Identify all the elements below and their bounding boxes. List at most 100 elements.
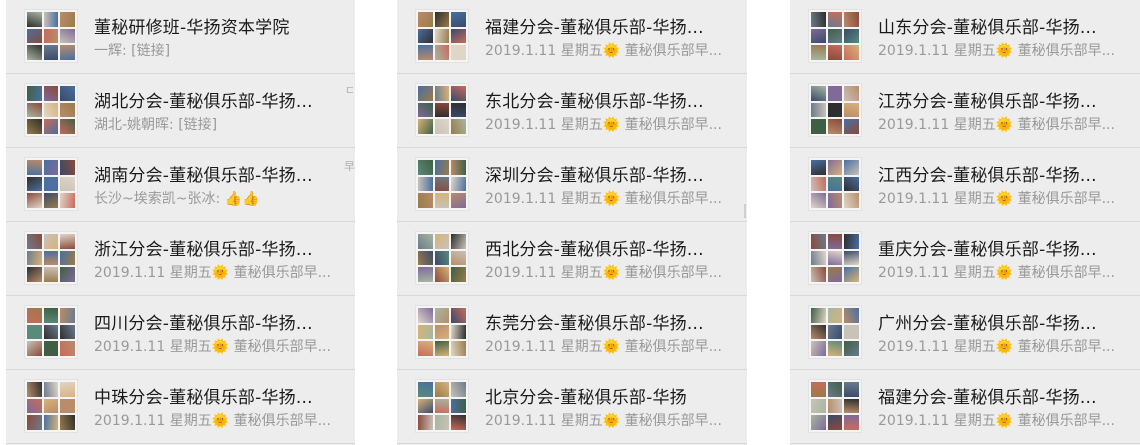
chat-title: 西北分会-董秘俱乐部-华扬...: [485, 240, 704, 260]
avatar-tile: [451, 119, 466, 134]
avatar-tile: [43, 160, 59, 175]
chat-list-column-1: 董秘研修班-华扬资本学院 一辉: [链接] 湖北分会-董秘俱乐部-华扬... 湖…: [6, 0, 355, 445]
chat-preview: 2019.1.11 星期五🌞 董秘俱乐部早...: [485, 413, 722, 429]
avatar-tile: [418, 86, 433, 101]
clipped-edge-glyph: ㄷ: [344, 84, 355, 97]
avatar-tile: [434, 102, 450, 118]
avatar-tile: [827, 308, 843, 323]
chat-row[interactable]: 湖南分会-董秘俱乐部-华扬... 长沙~埃索凯~张冰: 👍👍 早: [6, 148, 355, 222]
chat-row[interactable]: 深圳分会-董秘俱乐部-华扬... 2019.1.11 星期五🌞 董秘俱乐部早..…: [397, 148, 747, 222]
avatar-tile: [844, 193, 859, 208]
avatar-tile: [27, 341, 42, 356]
avatar-tile: [418, 45, 433, 60]
avatar-tile: [60, 28, 75, 44]
group-avatar: [24, 379, 78, 433]
avatar-tile: [844, 28, 859, 44]
chat-preview: 2019.1.11 星期五🌞 董秘俱乐部早...: [878, 265, 1115, 281]
avatar-tile: [60, 382, 75, 397]
avatar-tile: [434, 160, 450, 175]
avatar-tile: [451, 308, 466, 323]
avatar-tile: [811, 28, 826, 44]
avatar-tile: [418, 250, 433, 266]
avatar-tile: [844, 308, 859, 323]
chat-title: 深圳分会-董秘俱乐部-华扬...: [485, 166, 704, 186]
chat-row[interactable]: 北京分会-董秘俱乐部-华扬 2019.1.11 星期五🌞 董秘俱乐部早...: [397, 370, 747, 444]
avatar-tile: [827, 119, 843, 134]
avatar-tile: [27, 382, 42, 397]
divider-mark: [744, 204, 746, 218]
chat-row[interactable]: 西北分会-董秘俱乐部-华扬... 2019.1.11 星期五🌞 董秘俱乐部早..…: [397, 222, 747, 296]
group-avatar: [24, 231, 78, 285]
chat-preview: 2019.1.11 星期五🌞 董秘俱乐部早...: [485, 265, 722, 281]
avatar-tile: [418, 308, 433, 323]
avatar-tile: [43, 119, 59, 134]
chat-row[interactable]: 福建分会-董秘俱乐部-华扬... 2019.1.11 星期五🌞 董秘俱乐部早..…: [790, 370, 1140, 444]
avatar-tile: [434, 176, 450, 192]
group-avatar: [24, 9, 78, 63]
chat-row[interactable]: 重庆分会-董秘俱乐部-华扬... 2019.1.11 星期五🌞 董秘俱乐部早..…: [790, 222, 1140, 296]
avatar-tile: [434, 28, 450, 44]
avatar-tile: [811, 119, 826, 134]
chat-preview: 2019.1.11 星期五🌞 董秘俱乐部早...: [878, 413, 1115, 429]
chat-row[interactable]: 江苏分会-董秘俱乐部-华扬... 2019.1.11 星期五🌞 董秘俱乐部早..…: [790, 74, 1140, 148]
avatar-tile: [434, 250, 450, 266]
avatar-tile: [844, 382, 859, 397]
chat-preview: 2019.1.11 星期五🌞 董秘俱乐部早...: [94, 339, 331, 355]
avatar-tile: [27, 160, 42, 175]
group-avatar: [808, 379, 862, 433]
chat-row[interactable]: 广州分会-董秘俱乐部-华扬... 2019.1.11 星期五🌞 董秘俱乐部早..…: [790, 296, 1140, 370]
avatar-tile: [844, 119, 859, 134]
chat-title: 北京分会-董秘俱乐部-华扬: [485, 388, 687, 408]
group-avatar: [808, 231, 862, 285]
avatar-tile: [434, 234, 450, 249]
avatar-tile: [827, 176, 843, 192]
chat-row[interactable]: 湖北分会-董秘俱乐部-华扬... 湖北-姚朝晖: [链接] ㄷ: [6, 74, 355, 148]
avatar-tile: [434, 398, 450, 414]
chat-row[interactable]: 山东分会-董秘俱乐部-华扬... 2019.1.11 星期五🌞 董秘俱乐部早..…: [790, 0, 1140, 74]
chat-row[interactable]: 董秘研修班-华扬资本学院 一辉: [链接]: [6, 0, 355, 74]
avatar-tile: [434, 45, 450, 60]
chat-row[interactable]: 浙江分会-董秘俱乐部-华扬... 2019.1.11 星期五🌞 董秘俱乐部早..…: [6, 222, 355, 296]
avatar-tile: [43, 102, 59, 118]
avatar-tile: [827, 160, 843, 175]
avatar-tile: [844, 176, 859, 192]
chat-title: 中珠分会-董秘俱乐部-华扬...: [94, 388, 313, 408]
avatar-tile: [844, 398, 859, 414]
chat-preview: 2019.1.11 星期五🌞 董秘俱乐部早...: [485, 191, 722, 207]
chat-row[interactable]: 福建分会-董秘俱乐部-华扬... 2019.1.11 星期五🌞 董秘俱乐部早..…: [397, 0, 747, 74]
avatar-tile: [27, 267, 42, 282]
avatar-tile: [844, 341, 859, 356]
avatar-tile: [60, 12, 75, 27]
avatar-tile: [27, 102, 42, 118]
avatar-tile: [27, 250, 42, 266]
avatar-tile: [43, 12, 59, 27]
chat-row[interactable]: 东北分会-董秘俱乐部-华扬... 2019.1.11 星期五🌞 董秘俱乐部早..…: [397, 74, 747, 148]
avatar-tile: [60, 102, 75, 118]
avatar-tile: [811, 415, 826, 430]
chat-title: 湖北分会-董秘俱乐部-华扬...: [94, 92, 313, 112]
avatar-tile: [27, 45, 42, 60]
avatar-tile: [844, 160, 859, 175]
avatar-tile: [827, 234, 843, 249]
avatar-tile: [827, 250, 843, 266]
avatar-tile: [844, 234, 859, 249]
avatar-tile: [434, 12, 450, 27]
avatar-tile: [811, 176, 826, 192]
avatar-tile: [811, 308, 826, 323]
group-avatar: [415, 9, 469, 63]
avatar-tile: [434, 308, 450, 323]
chat-row[interactable]: 四川分会-董秘俱乐部-华扬... 2019.1.11 星期五🌞 董秘俱乐部早..…: [6, 296, 355, 370]
avatar-tile: [60, 398, 75, 414]
chat-preview: 2019.1.11 星期五🌞 董秘俱乐部早...: [878, 339, 1115, 355]
avatar-tile: [451, 267, 466, 282]
avatar-tile: [451, 86, 466, 101]
avatar-tile: [811, 250, 826, 266]
chat-row[interactable]: 东莞分会-董秘俱乐部-华扬... 2019.1.11 星期五🌞 董秘俱乐部早..…: [397, 296, 747, 370]
avatar-tile: [418, 267, 433, 282]
avatar-tile: [60, 160, 75, 175]
chat-row[interactable]: 中珠分会-董秘俱乐部-华扬... 2019.1.11 星期五🌞 董秘俱乐部早..…: [6, 370, 355, 444]
avatar-tile: [43, 234, 59, 249]
group-avatar: [808, 9, 862, 63]
chat-row[interactable]: 江西分会-董秘俱乐部-华扬... 2019.1.11 星期五🌞 董秘俱乐部早..…: [790, 148, 1140, 222]
avatar-tile: [43, 176, 59, 192]
